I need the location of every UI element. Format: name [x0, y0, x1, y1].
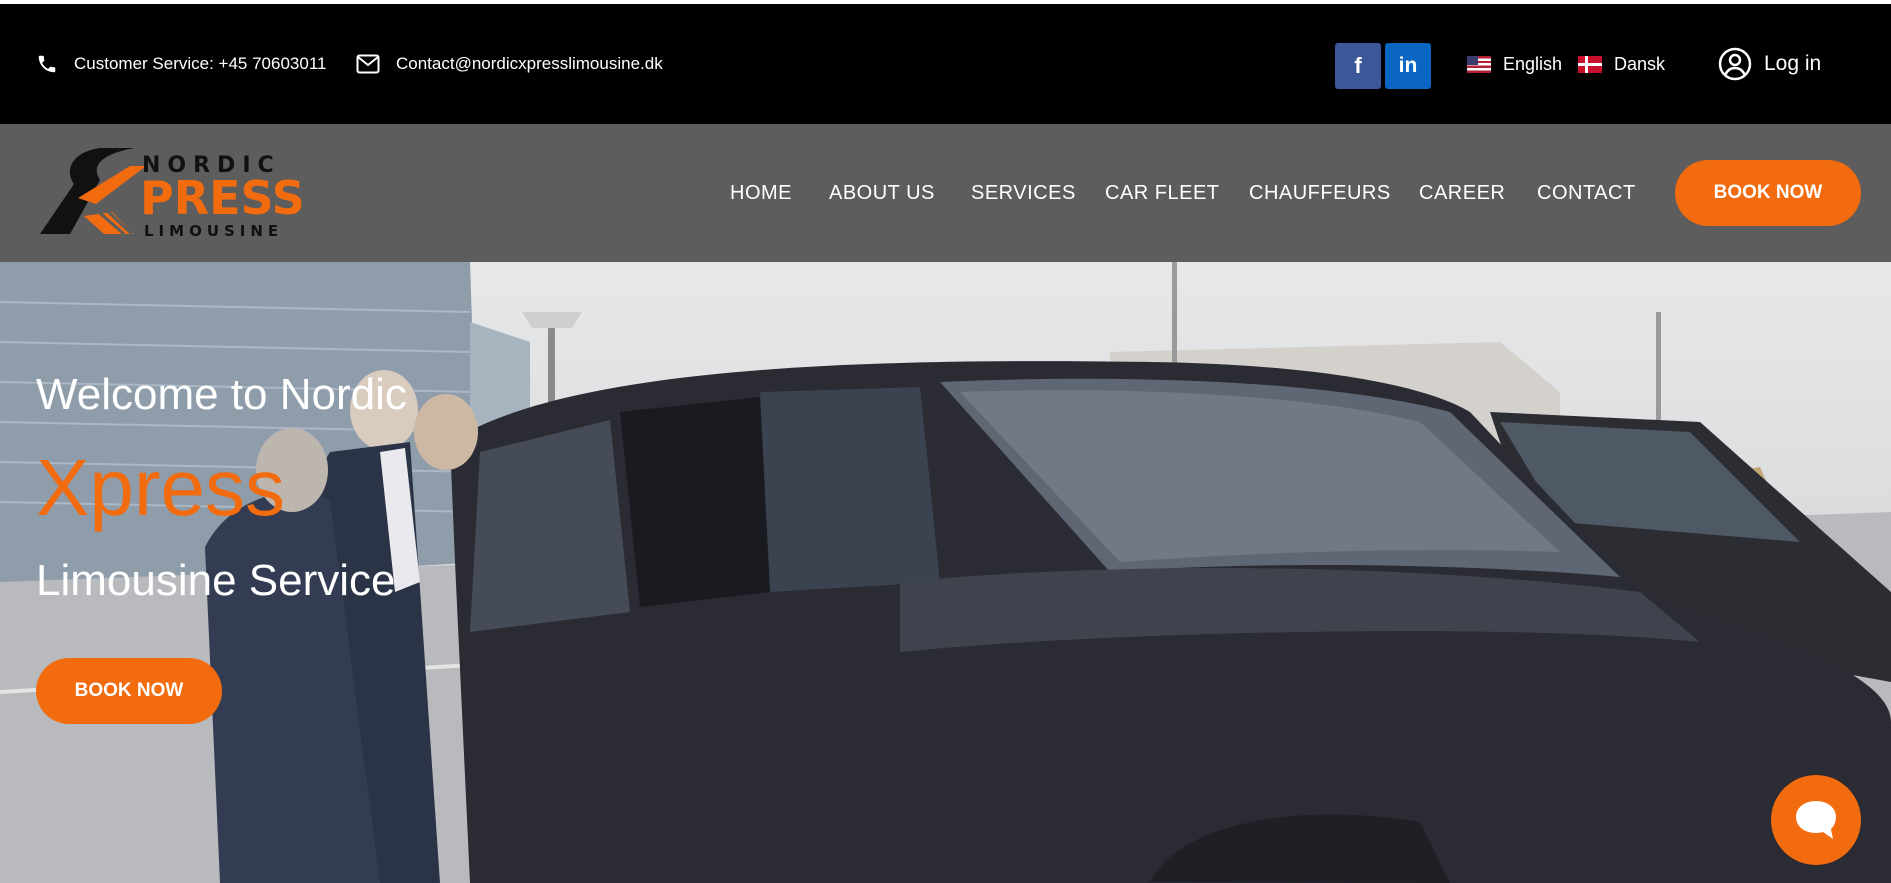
book-now-label: BOOK NOW: [1713, 182, 1823, 203]
nav-label: CAREER: [1419, 181, 1506, 204]
linkedin-icon: in: [1398, 54, 1418, 77]
customer-service-phone[interactable]: Customer Service: +45 70603011: [36, 4, 326, 124]
nav-item-home[interactable]: HOME: [730, 124, 792, 262]
logo-graphic: NORDIC PRESS LIMOUSINE: [40, 148, 305, 240]
nav-label: ABOUT US: [829, 181, 935, 204]
envelope-icon: [356, 54, 380, 74]
nav-label: CONTACT: [1537, 181, 1636, 204]
contact-email[interactable]: Contact@nordicxpresslimousine.dk: [356, 4, 663, 124]
nav-item-contact[interactable]: CONTACT: [1537, 124, 1636, 262]
nav-label: SERVICES: [971, 181, 1076, 204]
book-now-button[interactable]: BOOK NOW: [1675, 160, 1861, 226]
nav-item-chauffeurs[interactable]: CHAUFFEURS: [1249, 124, 1391, 262]
language-label: Dansk: [1614, 53, 1666, 74]
nav-item-about-us[interactable]: ABOUT US: [829, 124, 935, 262]
book-now-label: BOOK NOW: [74, 680, 184, 701]
login-link[interactable]: Log in: [1718, 4, 1821, 124]
logo-text-press: PRESS: [140, 171, 304, 225]
nav-label: CAR FLEET: [1105, 181, 1220, 204]
language-danish[interactable]: Dansk: [1578, 4, 1665, 124]
danish-flag-icon: [1578, 55, 1602, 73]
phone-text: Customer Service: +45 70603011: [74, 54, 327, 73]
email-text: Contact@nordicxpresslimousine.dk: [396, 54, 663, 73]
us-flag-icon: [1467, 55, 1491, 73]
hero-book-now-button[interactable]: BOOK NOW: [36, 658, 222, 724]
nav-item-car-fleet[interactable]: CAR FLEET: [1105, 124, 1220, 262]
facebook-link[interactable]: f: [1335, 43, 1381, 89]
login-label: Log in: [1764, 52, 1822, 75]
nav-label: CHAUFFEURS: [1249, 181, 1391, 204]
hero-section: Welcome to Nordic Xpress Limousine Servi…: [0, 262, 1891, 883]
nav-item-services[interactable]: SERVICES: [971, 124, 1076, 262]
logo-text-limousine: LIMOUSINE: [144, 222, 283, 240]
top-bar: Customer Service: +45 70603011 Contact@n…: [0, 4, 1891, 124]
language-english[interactable]: English: [1467, 4, 1562, 124]
language-label: English: [1503, 53, 1563, 74]
linkedin-link[interactable]: in: [1385, 43, 1431, 89]
nav-label: HOME: [730, 181, 792, 204]
chat-widget-button[interactable]: [1771, 775, 1861, 865]
main-navbar: NORDIC PRESS LIMOUSINE HOME ABOUT US SER…: [0, 124, 1891, 262]
hero-highlight-text: Xpress: [36, 443, 285, 532]
chat-icon: [1796, 801, 1836, 839]
facebook-icon: f: [1354, 53, 1362, 78]
phone-icon: [38, 55, 56, 73]
nav-item-career[interactable]: CAREER: [1419, 124, 1505, 262]
site-logo[interactable]: NORDIC PRESS LIMOUSINE: [34, 146, 305, 242]
user-circle-icon: [1718, 47, 1752, 81]
hero-subtitle: Limousine Service: [36, 556, 396, 605]
hero-welcome-text: Welcome to Nordic: [36, 370, 407, 419]
